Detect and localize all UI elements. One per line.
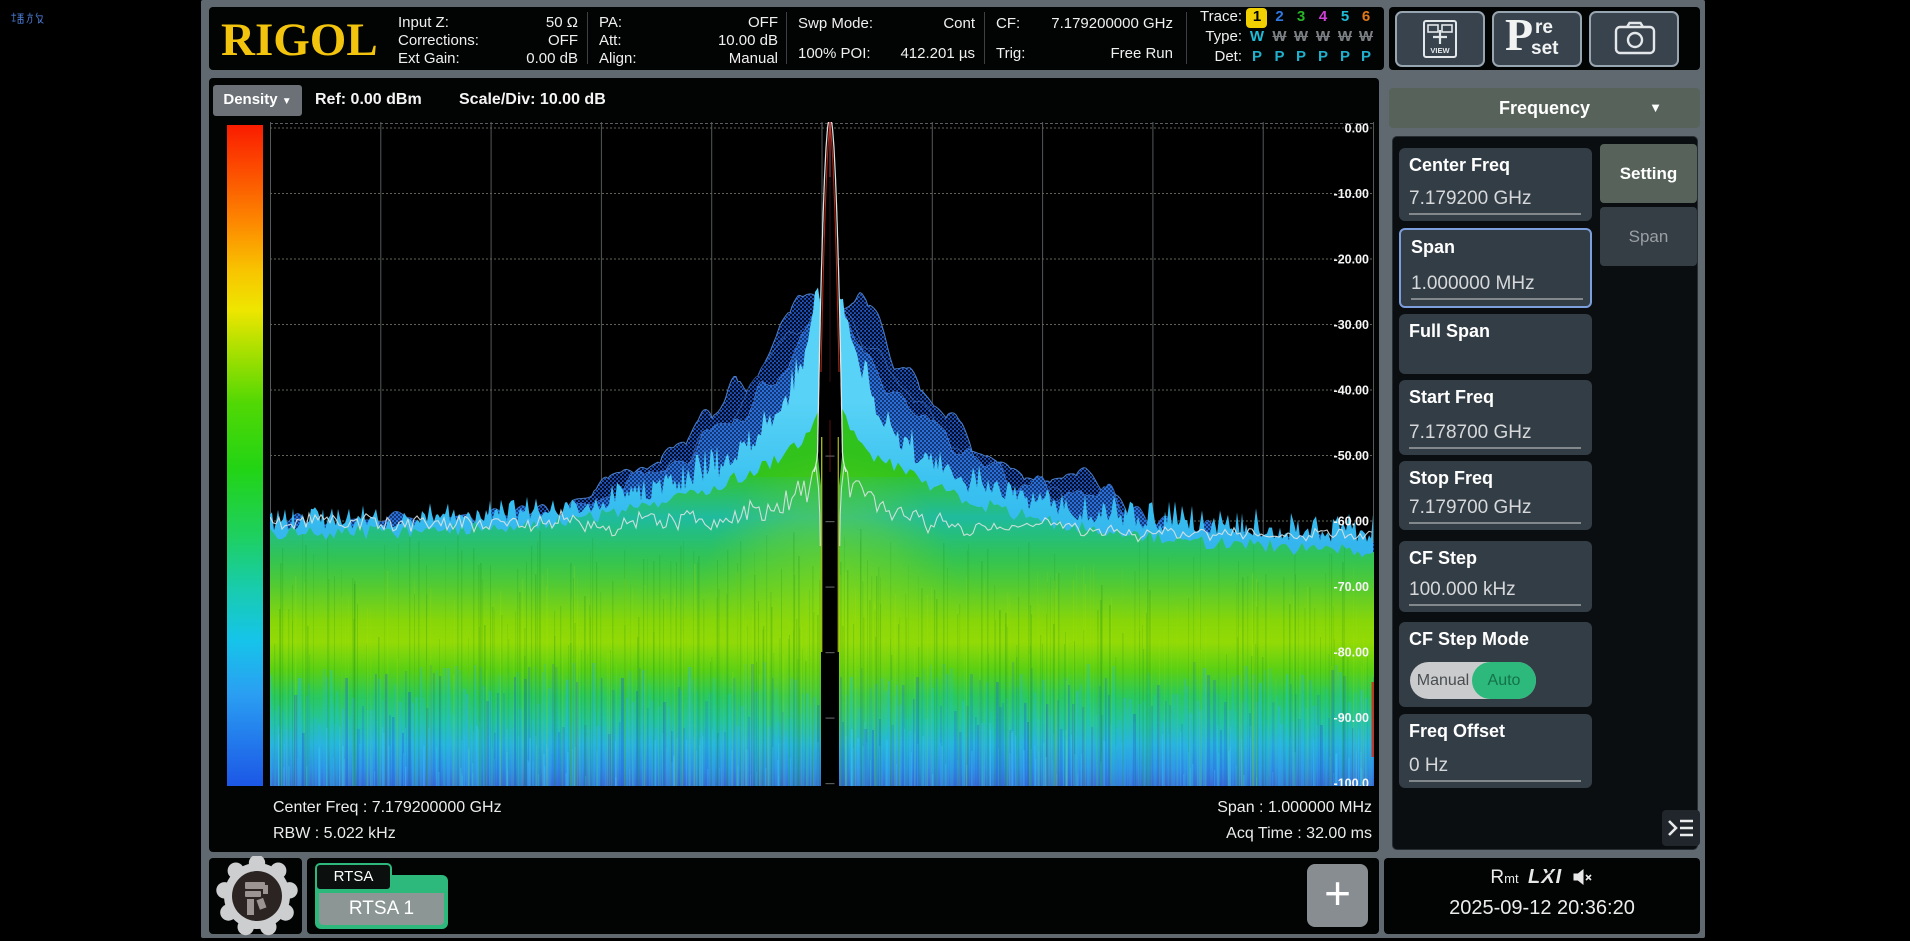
svg-text:0.00: 0.00 [1345,122,1369,136]
svg-text:-80.00: -80.00 [1334,646,1369,660]
svg-text:-90.00: -90.00 [1334,711,1369,725]
svg-text:VIEW: VIEW [1430,46,1450,55]
svg-text:-20.00: -20.00 [1334,253,1369,267]
svg-text:-50.00: -50.00 [1334,449,1369,463]
svg-text:-60.00: -60.00 [1334,515,1369,529]
svg-text:-30.00: -30.00 [1334,318,1369,332]
svg-text:-70.00: -70.00 [1334,580,1369,594]
svg-text:-100.0: -100.0 [1334,777,1369,787]
svg-text:-40.00: -40.00 [1334,384,1369,398]
svg-text:-10.00: -10.00 [1334,187,1369,201]
